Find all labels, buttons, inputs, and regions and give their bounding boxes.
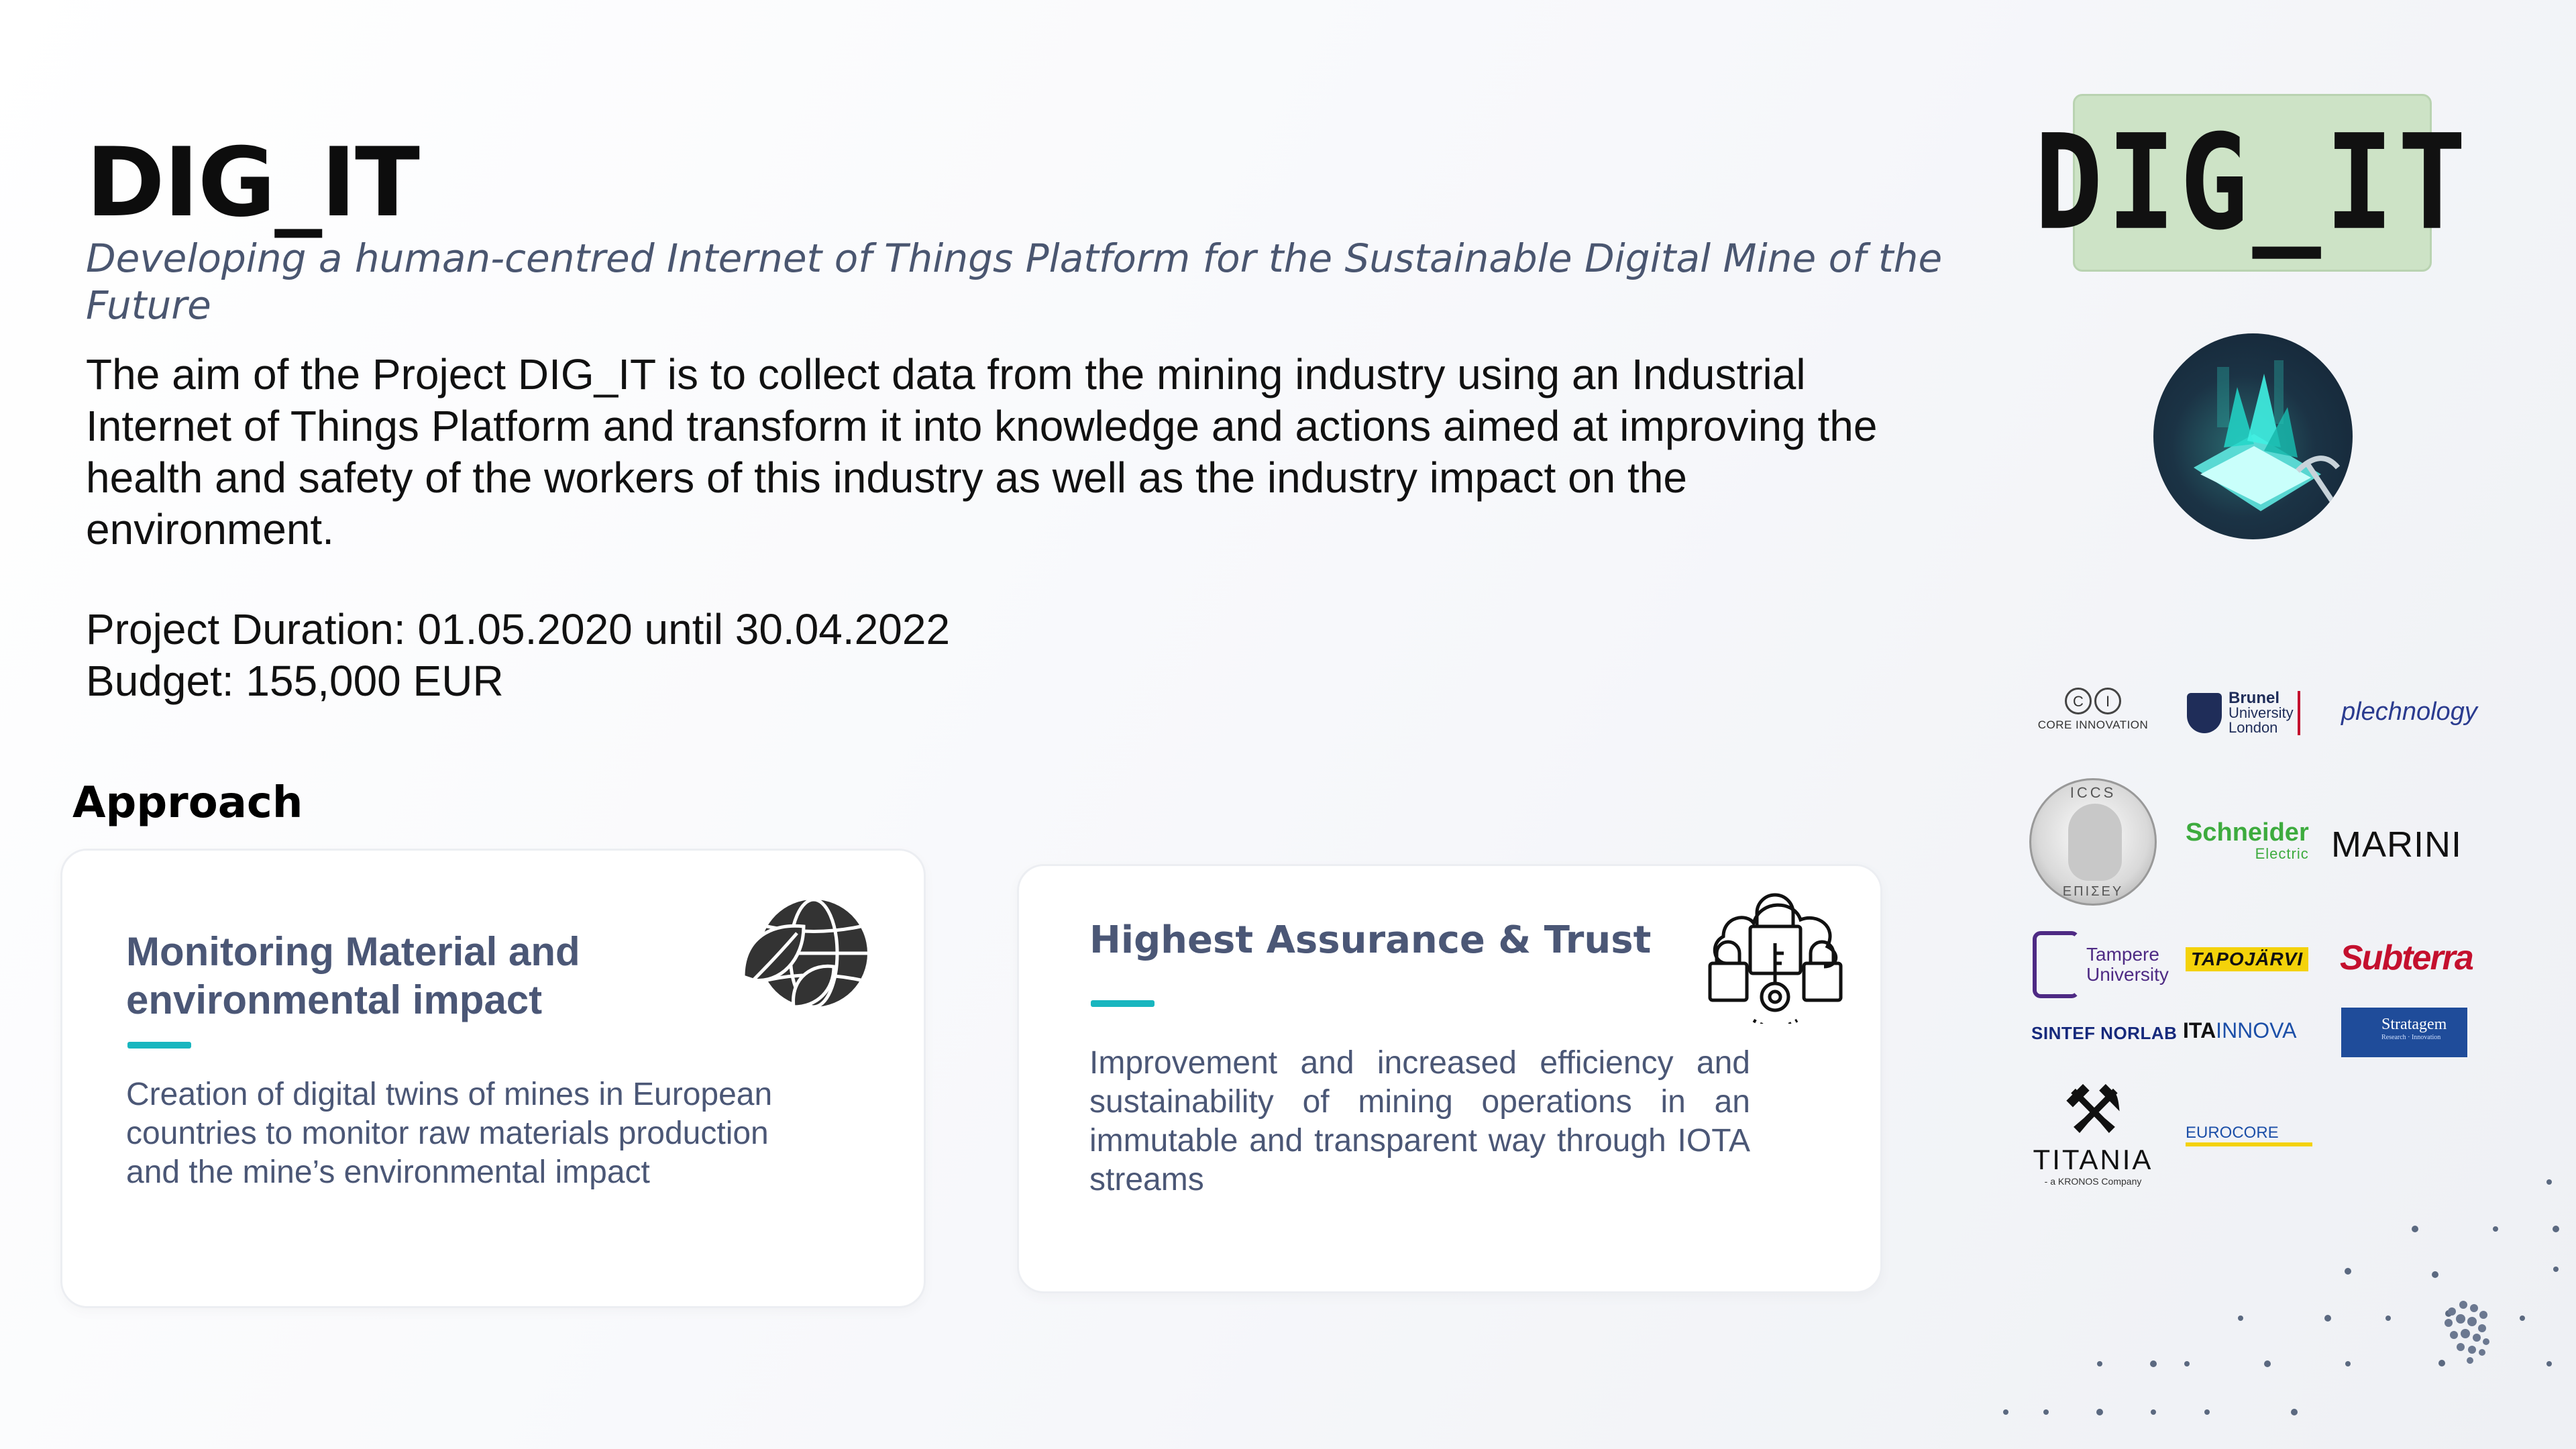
digital-mine-illustration [2153, 333, 2353, 539]
partner-name: ITA [2183, 1018, 2216, 1042]
partner-name: INNOVA [2216, 1018, 2297, 1042]
partner-logo-itainnova: ITAINNOVA [2183, 1018, 2296, 1043]
partner-logo-tapojarvi: TAPOJÄRVI [2186, 947, 2309, 971]
partner-name: Stratagem [2381, 1016, 2447, 1033]
crystal-tablet-icon [2194, 360, 2344, 517]
project-duration: Project Duration: 01.05.2020 until 30.04… [86, 605, 951, 653]
cloud-lock-key-icon [1708, 893, 1843, 1024]
crossed-hammers-icon: ⚒ [2063, 1073, 2123, 1148]
project-budget: Budget: 155,000 EUR [86, 657, 504, 705]
card-title: Highest Assurance & Trust [1089, 918, 1652, 962]
card-text: Improvement and increased efficiency and… [1089, 1045, 1750, 1197]
partner-logo-brunel: Brunel University London [2187, 690, 2300, 736]
partner-logo-subterra: Subterra [2340, 938, 2474, 977]
decorative-dot-pattern [2003, 1179, 2559, 1415]
partner-logo-eurocore: EUROCORE [2186, 1124, 2312, 1146]
approach-card-monitoring: Monitoring Material and environmental im… [60, 849, 926, 1308]
partner-name: London [2229, 719, 2278, 736]
partner-logo-plechnology: plechnology [2341, 698, 2477, 726]
partner-name: CORE INNOVATION [2037, 718, 2149, 731]
core-i-mark: I [2094, 688, 2121, 714]
partner-name: ICCS [2070, 784, 2116, 801]
partner-tagline: Research · Innovation [2381, 1034, 2441, 1041]
partner-logo-marini: MARINI [2331, 824, 2462, 865]
globe-leaf-icon [741, 898, 867, 1009]
partner-logo-stratagem: Stratagem Research · Innovation [2341, 1008, 2467, 1057]
approach-heading: Approach [72, 778, 303, 828]
card-title: Monitoring Material and environmental im… [126, 929, 580, 1022]
partner-name: Tampere [2086, 944, 2159, 965]
partner-logo-core-innovation: C I CORE INNOVATION [2033, 688, 2153, 732]
partner-name: University [2086, 964, 2169, 985]
partner-logo-schneider: Schneider Electric [2186, 818, 2309, 865]
tampere-mark-icon [2033, 931, 2080, 998]
core-c-mark: C [2065, 688, 2092, 714]
page-subtitle: Developing a human-centred Internet of T… [86, 235, 1943, 328]
card-accent-line [1091, 1000, 1155, 1007]
page-title: DIG_IT [86, 127, 420, 238]
brunel-crest-icon [2187, 693, 2222, 733]
partner-logo-tampere: Tampere University [2033, 931, 2169, 998]
iota-logo-icon [2445, 1301, 2489, 1364]
project-meta: Project Duration: 01.05.2020 until 30.04… [86, 604, 950, 707]
card-accent-line [127, 1042, 191, 1049]
partner-name: Schneider [2186, 818, 2309, 847]
approach-card-assurance: Highest Assurance & Trust Improvement an… [1017, 864, 1882, 1293]
partner-logo-iccs: ICCS ΕΠΙΣΕΥ [2029, 778, 2157, 906]
logo-text: DIG_IT [2034, 106, 2471, 260]
dig-it-logo: DIG_IT [2034, 94, 2467, 272]
iccs-head-icon [2068, 804, 2122, 881]
card-text: Creation of digital twins of mines in Eu… [126, 1077, 773, 1190]
project-description: The aim of the Project DIG_IT is to coll… [86, 350, 1878, 553]
partner-logo-sintef: SINTEF NORLAB [2031, 1023, 2178, 1043]
partner-name: ΕΠΙΣΕΥ [2062, 884, 2124, 899]
